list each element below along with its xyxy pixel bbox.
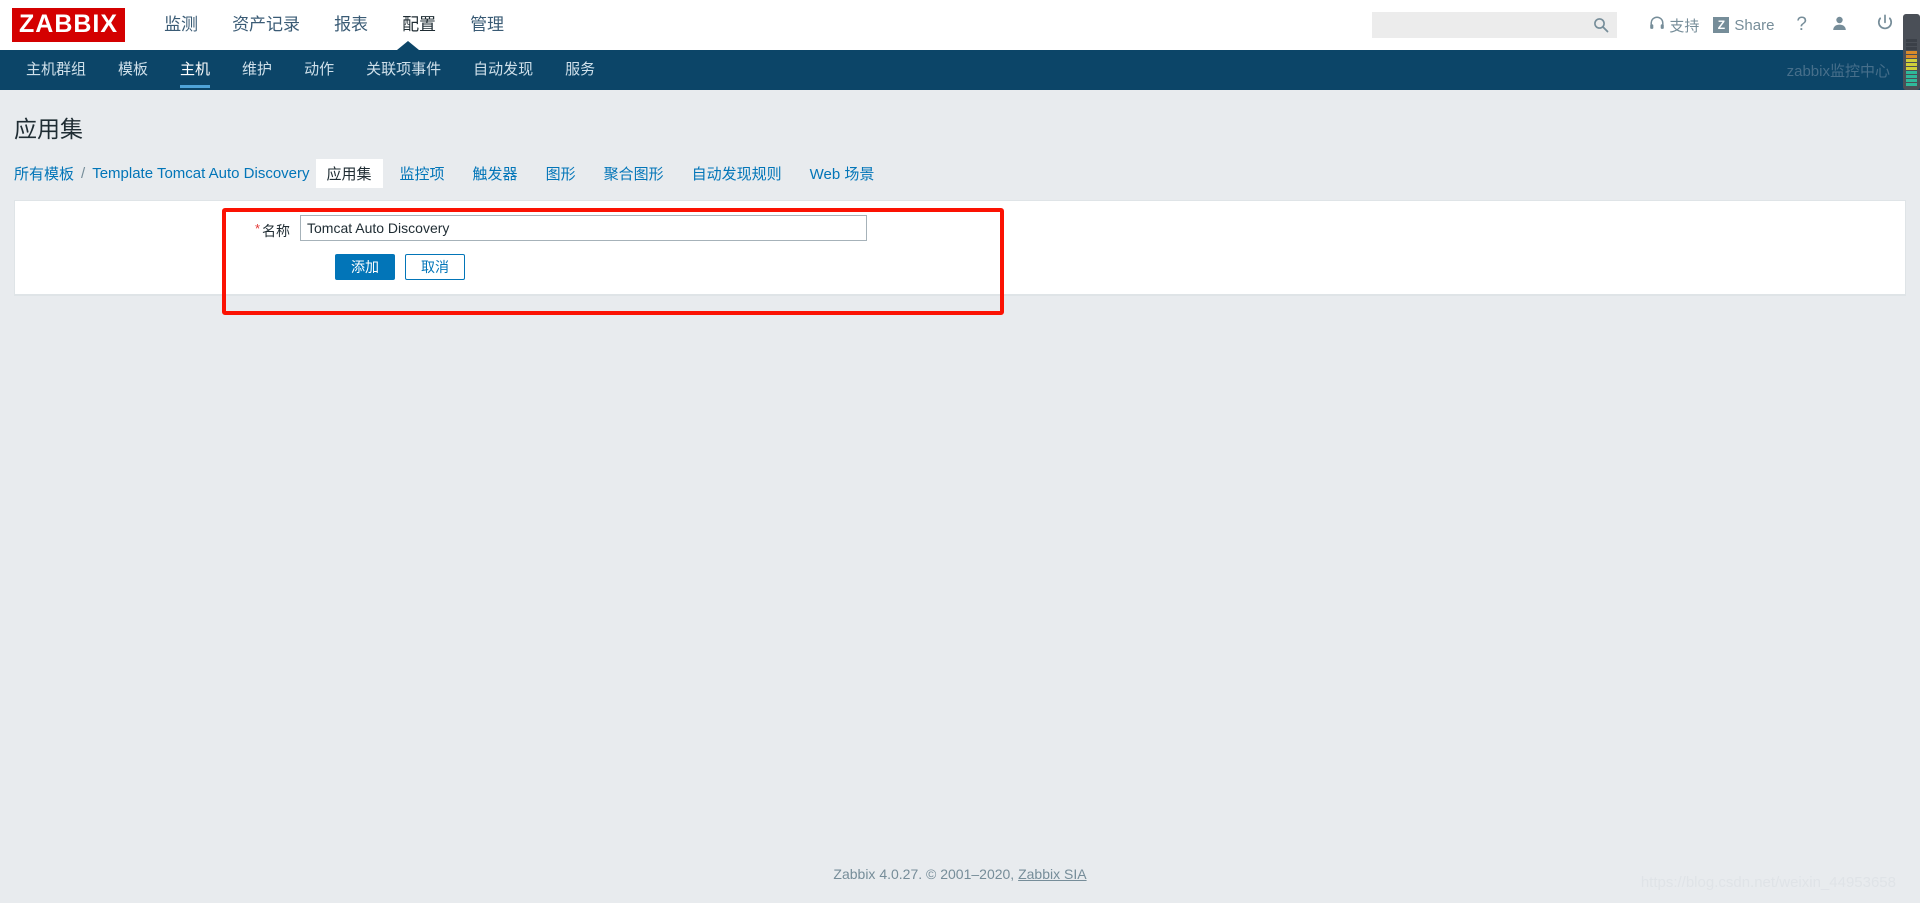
subnav-item-hosts[interactable]: 主机 xyxy=(164,50,226,90)
subnav-item-event-correlation[interactable]: 关联项事件 xyxy=(350,50,457,90)
meter-segment xyxy=(1906,63,1917,66)
page-title: 应用集 xyxy=(14,116,83,142)
sub-navigation: 主机群组 模板 主机 维护 动作 关联项事件 自动发现 服务 zabbix监控中… xyxy=(0,41,1920,90)
main-nav-item-monitoring[interactable]: 监测 xyxy=(147,0,215,50)
required-marker: * xyxy=(254,221,260,236)
question-mark-icon: ? xyxy=(1796,14,1807,35)
meter-segment xyxy=(1906,75,1917,78)
meter-segment xyxy=(1906,47,1917,50)
watermark-text: https://blog.csdn.net/weixin_44953658 xyxy=(1640,874,1896,891)
breadcrumb-template-name[interactable]: Template Tomcat Auto Discovery xyxy=(92,165,309,182)
subnav-item-services[interactable]: 服务 xyxy=(549,50,611,90)
meter-segment xyxy=(1906,71,1917,74)
main-nav-item-inventory[interactable]: 资产记录 xyxy=(215,0,317,50)
zabbix-logo[interactable]: ZABBIX xyxy=(12,8,126,42)
tab-graphs[interactable]: 图形 xyxy=(535,159,587,188)
active-section-arrow xyxy=(397,41,419,50)
subnav-item-actions[interactable]: 动作 xyxy=(288,50,350,90)
footer-zabbix-sia-link[interactable]: Zabbix SIA xyxy=(1018,866,1086,882)
meter-segment xyxy=(1906,83,1917,86)
share-link[interactable]: Z Share xyxy=(1713,17,1774,34)
page-footer: Zabbix 4.0.27. © 2001–2020, Zabbix SIA xyxy=(0,866,1920,882)
headset-icon xyxy=(1649,15,1669,35)
meter-segment xyxy=(1906,59,1917,62)
user-profile-button[interactable] xyxy=(1831,15,1852,36)
application-form-panel: *名称 添加 取消 xyxy=(14,200,1906,296)
name-input[interactable] xyxy=(300,215,867,241)
header-actions: 支持 Z Share ? xyxy=(1372,0,1898,50)
tab-triggers[interactable]: 触发器 xyxy=(462,159,529,188)
breadcrumb-all-templates[interactable]: 所有模板 xyxy=(14,163,74,184)
meter-segment xyxy=(1906,43,1917,46)
server-name-label: zabbix监控中心 xyxy=(1786,62,1890,80)
tab-applications[interactable]: 应用集 xyxy=(315,158,383,188)
subnav-item-templates[interactable]: 模板 xyxy=(102,50,164,90)
tab-discovery-rules[interactable]: 自动发现规则 xyxy=(681,159,793,188)
subnav-item-discovery[interactable]: 自动发现 xyxy=(457,50,549,90)
support-label: 支持 xyxy=(1669,17,1700,35)
name-field-row: * 名称 xyxy=(15,201,1905,241)
subnav-item-host-groups[interactable]: 主机群组 xyxy=(10,50,102,90)
recorder-level-meter xyxy=(1903,14,1920,90)
meter-segment xyxy=(1906,67,1917,70)
share-label: Share xyxy=(1734,16,1775,34)
power-signout-icon xyxy=(1876,14,1898,36)
tab-screens[interactable]: 聚合图形 xyxy=(593,159,675,188)
main-navigation: 监测 资产记录 报表 配置 管理 xyxy=(147,0,521,50)
breadcrumb-and-tabs: 所有模板 / Template Tomcat Auto Discovery 应用… xyxy=(0,158,1920,188)
global-search[interactable] xyxy=(1372,12,1618,38)
search-input[interactable] xyxy=(1372,13,1583,37)
footer-copyright-text: Zabbix 4.0.27. © 2001–2020, xyxy=(833,866,1015,882)
help-link[interactable]: ? xyxy=(1796,14,1807,36)
main-nav-item-configuration[interactable]: 配置 xyxy=(385,0,453,50)
user-profile-icon xyxy=(1831,15,1852,36)
add-button[interactable]: 添加 xyxy=(335,254,395,280)
meter-segment xyxy=(1906,79,1917,82)
meter-segment xyxy=(1906,39,1917,42)
form-buttons: 添加 取消 xyxy=(15,241,1905,280)
search-icon[interactable] xyxy=(1593,17,1609,33)
subnav-item-maintenance[interactable]: 维护 xyxy=(226,50,288,90)
main-nav-item-reports[interactable]: 报表 xyxy=(317,0,385,50)
name-label-text: 名称 xyxy=(262,223,290,239)
main-nav-item-administration[interactable]: 管理 xyxy=(453,0,521,50)
meter-segment xyxy=(1906,55,1917,58)
signout-button[interactable] xyxy=(1876,14,1898,36)
cancel-button[interactable]: 取消 xyxy=(405,254,465,280)
tab-items[interactable]: 监控项 xyxy=(389,159,456,188)
share-icon: Z xyxy=(1713,17,1730,33)
support-link[interactable]: 支持 xyxy=(1649,15,1699,36)
meter-segment xyxy=(1906,51,1917,54)
tab-web-scenarios[interactable]: Web 场景 xyxy=(799,159,886,188)
app-header: ZABBIX 监测 资产记录 报表 配置 管理 支持 Z Share ? xyxy=(0,0,1920,50)
breadcrumb-separator: / xyxy=(81,164,86,182)
name-field-label: * 名称 xyxy=(240,215,300,241)
